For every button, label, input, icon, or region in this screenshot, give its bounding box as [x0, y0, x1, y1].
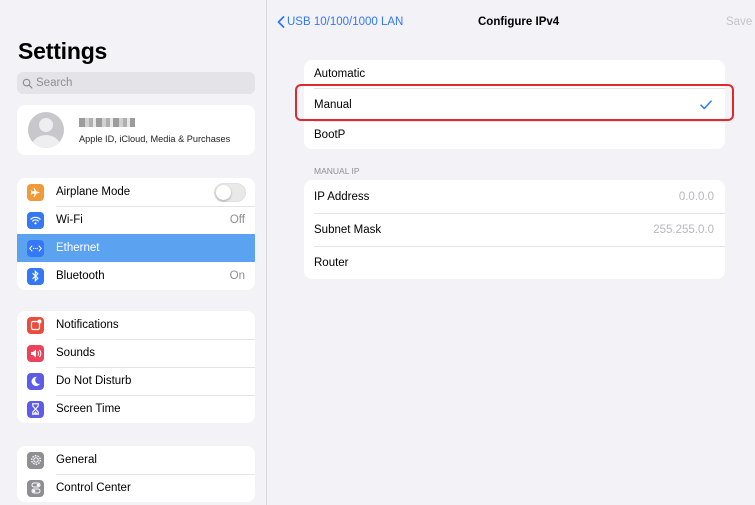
sidebar-item-label: Do Not Disturb — [56, 375, 132, 387]
moon-icon — [27, 372, 44, 390]
sidebar-item-label: Notifications — [56, 319, 119, 331]
sidebar-item-notifications[interactable]: Notifications — [17, 311, 255, 339]
search-icon — [22, 78, 33, 89]
sidebar-item-control-center[interactable]: Control Center — [17, 474, 255, 502]
sounds-icon — [27, 344, 44, 362]
bluetooth-icon — [27, 267, 44, 285]
wifi-status: Off — [229, 214, 245, 226]
subnet-mask-field[interactable]: Subnet Mask 255.255.0.0 — [304, 213, 725, 246]
sidebar-title: Settings — [18, 38, 108, 64]
field-label: Subnet Mask — [314, 223, 382, 236]
back-button[interactable]: USB 10/100/1000 LAN — [277, 16, 403, 28]
sidebar-item-label: Screen Time — [56, 403, 121, 415]
ethernet-icon — [27, 239, 44, 257]
sidebar-item-sounds[interactable]: Sounds — [17, 339, 255, 367]
manual-option-highlight-box — [295, 84, 734, 121]
gear-icon — [27, 451, 44, 469]
chevron-left-icon — [277, 16, 285, 28]
sidebar-item-label: Ethernet — [56, 242, 100, 254]
back-button-label: USB 10/100/1000 LAN — [287, 16, 404, 28]
search-field[interactable]: Search — [17, 72, 255, 94]
wifi-icon — [27, 211, 44, 229]
profile-subtitle: Apple ID, iCloud, Media & Purchases — [79, 134, 231, 144]
sidebar-item-label: Airplane Mode — [56, 186, 131, 198]
notifications-icon — [27, 316, 44, 334]
sidebar-item-label: General — [56, 454, 97, 466]
settings-sidebar: Settings Search Apple ID, iCloud, Media … — [0, 0, 267, 505]
ip-address-field[interactable]: IP Address 0.0.0.0 — [304, 180, 725, 213]
ip-address-input[interactable]: 0.0.0.0 — [679, 191, 714, 203]
apple-id-profile[interactable]: Apple ID, iCloud, Media & Purchases — [17, 105, 255, 155]
sidebar-item-general[interactable]: General — [17, 446, 255, 474]
sidebar-item-label: Control Center — [56, 482, 131, 494]
field-label: Router — [314, 256, 349, 269]
sidebar-item-bluetooth[interactable]: Bluetooth On — [17, 262, 255, 290]
airplane-icon — [27, 183, 44, 201]
option-bootp[interactable]: BootP — [304, 121, 725, 149]
profile-name-redacted — [79, 118, 135, 127]
manual-ip-fields: IP Address 0.0.0.0 Subnet Mask 255.255.0… — [304, 180, 725, 279]
sidebar-item-wifi[interactable]: Wi-Fi Off — [17, 206, 255, 234]
sidebar-item-ethernet[interactable]: Ethernet — [17, 234, 255, 262]
subnet-mask-input[interactable]: 255.255.0.0 — [653, 224, 714, 236]
field-label: IP Address — [314, 190, 370, 203]
page-title: Configure IPv4 — [478, 16, 560, 28]
sidebar-item-label: Bluetooth — [56, 270, 105, 282]
manual-ip-section-header: MANUAL IP — [314, 166, 360, 176]
sidebar-item-screen-time[interactable]: Screen Time — [17, 395, 255, 423]
general-settings-group: General Control Center — [17, 446, 255, 502]
hourglass-icon — [27, 400, 44, 418]
network-settings-group: Airplane Mode Wi-Fi Off Ethernet Bluetoo… — [17, 178, 255, 290]
bluetooth-status: On — [229, 270, 245, 282]
option-label: Automatic — [314, 68, 366, 80]
option-label: BootP — [314, 129, 346, 141]
switches-icon — [27, 479, 44, 497]
notifications-settings-group: Notifications Sounds Do Not Disturb Scre… — [17, 311, 255, 423]
sidebar-item-label: Wi-Fi — [56, 214, 83, 226]
airplane-mode-toggle[interactable] — [214, 182, 246, 202]
save-button[interactable]: Save — [726, 16, 752, 28]
avatar — [28, 112, 64, 148]
sidebar-item-airplane-mode[interactable]: Airplane Mode — [17, 178, 255, 206]
search-placeholder: Search — [36, 77, 73, 89]
sidebar-item-label: Sounds — [56, 347, 96, 359]
sidebar-item-do-not-disturb[interactable]: Do Not Disturb — [17, 367, 255, 395]
router-field[interactable]: Router — [304, 246, 725, 279]
